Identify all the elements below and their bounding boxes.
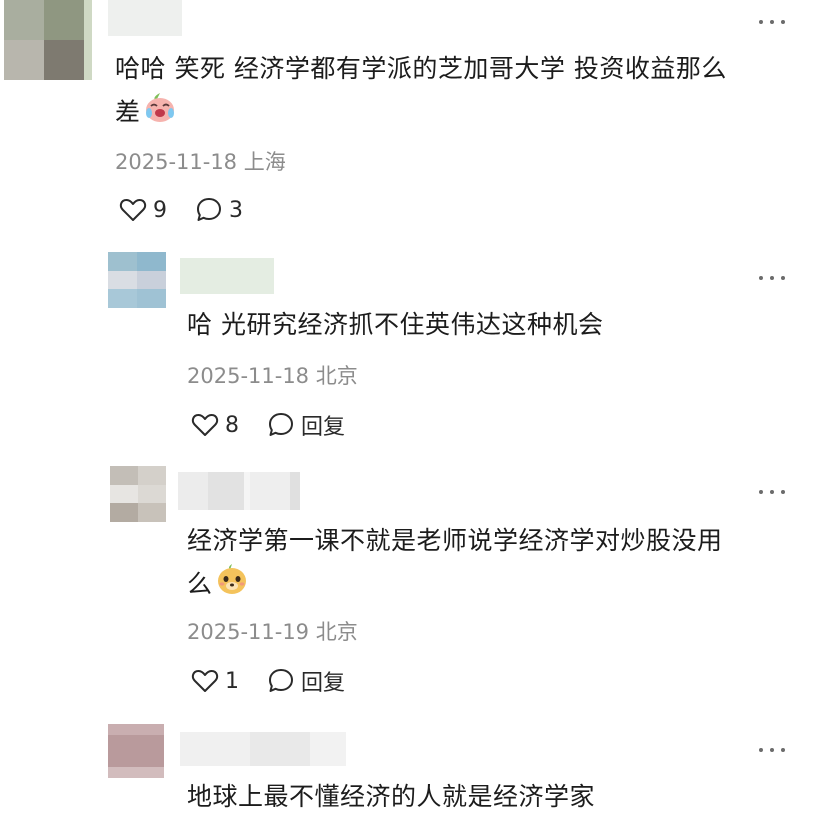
comment-text: 经济学第一课不就是老师说学经济学对炒股没用 么 bbox=[187, 520, 723, 609]
comment-date: 2025-11-19 bbox=[187, 620, 310, 644]
comment-item: 哈哈 笑死 经济学都有学派的芝加哥大学 投资收益那么 差 2025-11-18 … bbox=[0, 0, 822, 240]
reply-button[interactable]: 回复 bbox=[267, 665, 345, 697]
username-blurred[interactable] bbox=[178, 472, 300, 510]
comment-actions: 1 回复 bbox=[191, 664, 373, 698]
avatar[interactable] bbox=[108, 252, 166, 308]
comment-text-line: 地球上最不懂经济的人就是经济学家 bbox=[187, 782, 596, 811]
more-options-icon[interactable] bbox=[759, 746, 785, 754]
more-options-icon[interactable] bbox=[759, 18, 785, 26]
comment-text: 地球上最不懂经济的人就是经济学家 bbox=[187, 776, 595, 818]
comment-text-line: 经济学第一课不就是老师说学经济学对炒股没用 bbox=[187, 526, 723, 555]
comment-meta: 2025-11-18 上海 bbox=[115, 148, 286, 176]
reply-count: 3 bbox=[229, 197, 243, 223]
comment-text-line: 哈哈 笑死 经济学都有学派的芝加哥大学 投资收益那么 bbox=[115, 54, 727, 83]
reply-button[interactable]: 回复 bbox=[267, 409, 345, 441]
comment-actions: 8 回复 bbox=[191, 408, 373, 442]
comment-text-line: 哈 光研究经济抓不住英伟达这种机会 bbox=[187, 310, 604, 339]
smug-face-emoji-icon bbox=[215, 562, 249, 609]
heart-icon bbox=[119, 199, 147, 221]
comment-bubble-icon bbox=[269, 669, 293, 692]
laughing-crying-emoji-icon bbox=[143, 90, 177, 137]
like-count: 1 bbox=[225, 668, 239, 694]
comment-text: 哈 光研究经济抓不住英伟达这种机会 bbox=[187, 304, 603, 346]
heart-icon bbox=[191, 670, 219, 692]
comment-actions: 9 3 bbox=[119, 193, 271, 227]
more-options-icon[interactable] bbox=[759, 488, 785, 496]
comment-location: 北京 bbox=[315, 364, 358, 388]
comment-date: 2025-11-18 bbox=[115, 150, 238, 174]
avatar[interactable] bbox=[110, 466, 166, 522]
comment-meta: 2025-11-18 北京 bbox=[187, 362, 358, 390]
comment-text: 哈哈 笑死 经济学都有学派的芝加哥大学 投资收益那么 差 bbox=[115, 48, 727, 137]
comment-location: 北京 bbox=[315, 620, 358, 644]
reply-button[interactable]: 3 bbox=[195, 196, 243, 224]
like-button[interactable]: 1 bbox=[191, 668, 239, 694]
username-blurred[interactable] bbox=[108, 0, 182, 36]
reply-label: 回复 bbox=[301, 671, 346, 696]
reply-item: 哈 光研究经济抓不住英伟达这种机会 2025-11-18 北京 8 回复 bbox=[0, 250, 822, 450]
reply-item: 地球上最不懂经济的人就是经济学家 bbox=[0, 722, 822, 830]
comment-bubble-icon bbox=[197, 198, 221, 221]
reply-label: 回复 bbox=[301, 415, 346, 440]
avatar[interactable] bbox=[4, 0, 84, 80]
comment-bubble-icon bbox=[269, 413, 293, 436]
like-count: 8 bbox=[225, 412, 239, 438]
username-blurred[interactable] bbox=[180, 732, 346, 766]
like-count: 9 bbox=[153, 197, 167, 223]
heart-icon bbox=[191, 414, 219, 436]
comment-location: 上海 bbox=[243, 150, 286, 174]
comment-meta: 2025-11-19 北京 bbox=[187, 618, 358, 646]
like-button[interactable]: 8 bbox=[191, 412, 239, 438]
avatar-edge bbox=[84, 0, 92, 80]
comment-text-line: 差 bbox=[115, 90, 727, 137]
username-blurred[interactable] bbox=[180, 258, 274, 294]
like-button[interactable]: 9 bbox=[119, 197, 167, 223]
avatar[interactable] bbox=[108, 724, 164, 778]
more-options-icon[interactable] bbox=[759, 274, 785, 282]
comment-text-line: 么 bbox=[187, 562, 723, 609]
comment-date: 2025-11-18 bbox=[187, 364, 310, 388]
reply-item: 经济学第一课不就是老师说学经济学对炒股没用 么 2025-11-19 北京 1 … bbox=[0, 466, 822, 716]
